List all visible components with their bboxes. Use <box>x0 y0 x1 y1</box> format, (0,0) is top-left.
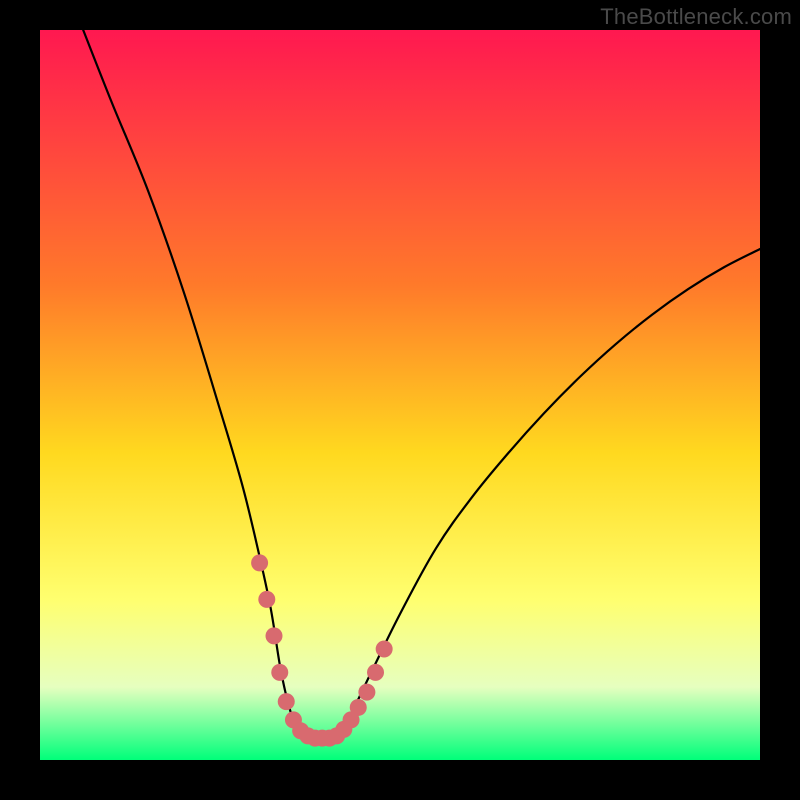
bottleneck-chart <box>0 0 800 800</box>
marker-point <box>358 684 375 701</box>
marker-point <box>271 664 288 681</box>
marker-point <box>258 591 275 608</box>
marker-point <box>266 627 283 644</box>
plot-background <box>40 30 760 760</box>
marker-point <box>251 554 268 571</box>
chart-stage: TheBottleneck.com <box>0 0 800 800</box>
marker-point <box>278 693 295 710</box>
marker-point <box>367 664 384 681</box>
marker-point <box>376 641 393 658</box>
marker-point <box>350 699 367 716</box>
